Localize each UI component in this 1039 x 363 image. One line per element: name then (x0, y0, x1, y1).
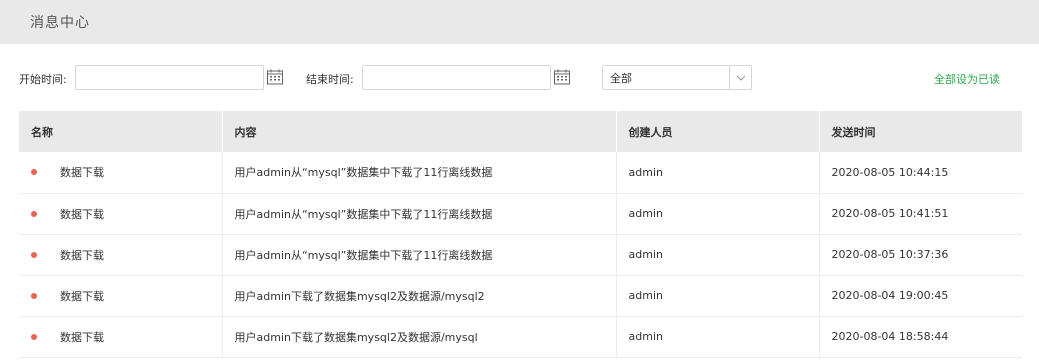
cell-creator: admin (616, 316, 820, 358)
table-row[interactable]: 数据下载 用户admin从“mysql”数据集中下载了11行离线数据 admin… (19, 193, 1022, 235)
table-row[interactable]: 数据下载 用户admin从“mysql”数据集中下载了11行离线数据 admin… (19, 152, 1022, 194)
status-select-value: 全部 (610, 71, 632, 85)
cell-content: 用户admin下载了数据集mysql2及数据源/mysql (222, 316, 617, 358)
end-time-input[interactable] (362, 65, 551, 90)
table-row[interactable]: 数据下载 用户admin下载了数据集mysql2及数据源/mysql admin… (19, 316, 1022, 358)
end-time-label: 结束时间: (306, 73, 354, 86)
column-header-time: 发送时间 (819, 111, 1022, 152)
cell-creator: admin (616, 275, 820, 317)
cell-time: 2020-08-04 18:58:44 (819, 316, 1022, 358)
cell-name: 数据下载 (19, 193, 223, 235)
message-name: 数据下载 (60, 166, 104, 180)
column-header-name: 名称 (19, 111, 223, 152)
message-name: 数据下载 (60, 207, 104, 221)
cell-content: 用户admin从“mysql”数据集中下载了11行离线数据 (222, 234, 617, 276)
table-row[interactable]: 数据下载 用户admin从“mysql”数据集中下载了11行离线数据 admin… (19, 234, 1022, 276)
message-name: 数据下载 (60, 289, 104, 303)
cell-name: 数据下载 (19, 152, 223, 194)
calendar-icon[interactable] (266, 68, 284, 86)
unread-dot-icon (31, 251, 37, 258)
cell-time: 2020-08-04 19:00:45 (819, 275, 1022, 317)
cell-name: 数据下载 (19, 234, 223, 276)
status-select[interactable]: 全部 (602, 65, 752, 90)
unread-dot-icon (31, 333, 37, 340)
message-name: 数据下载 (60, 330, 104, 344)
cell-creator: admin (616, 193, 820, 235)
column-header-creator: 创建人员 (616, 111, 820, 152)
calendar-icon[interactable] (553, 68, 571, 86)
start-time-label: 开始时间: (19, 73, 67, 86)
cell-time: 2020-08-05 10:41:51 (819, 193, 1022, 235)
unread-dot-icon (31, 292, 37, 299)
page-title: 消息中心 (30, 15, 90, 31)
chevron-down-icon[interactable] (729, 66, 751, 89)
table-header-row: 名称 内容 创建人员 发送时间 (19, 111, 1022, 152)
start-time-input[interactable] (75, 65, 264, 90)
cell-content: 用户admin从“mysql”数据集中下载了11行离线数据 (222, 193, 617, 235)
message-table: 名称 内容 创建人员 发送时间 数据下载 用户admin从“mysql”数据集中… (19, 111, 1022, 358)
mark-all-read-link[interactable]: 全部设为已读 (934, 71, 1000, 87)
table-row[interactable]: 数据下载 用户admin下载了数据集mysql2及数据源/mysql2 admi… (19, 275, 1022, 317)
unread-dot-icon (31, 210, 37, 217)
cell-time: 2020-08-05 10:44:15 (819, 152, 1022, 194)
column-header-content: 内容 (222, 111, 617, 152)
page-header: 消息中心 (0, 0, 1039, 44)
cell-creator: admin (616, 152, 820, 194)
cell-name: 数据下载 (19, 275, 223, 317)
cell-creator: admin (616, 234, 820, 276)
cell-content: 用户admin从“mysql”数据集中下载了11行离线数据 (222, 152, 617, 194)
message-name: 数据下载 (60, 248, 104, 262)
cell-content: 用户admin下载了数据集mysql2及数据源/mysql2 (222, 275, 617, 317)
cell-name: 数据下载 (19, 316, 223, 358)
cell-time: 2020-08-05 10:37:36 (819, 234, 1022, 276)
unread-dot-icon (31, 169, 37, 176)
